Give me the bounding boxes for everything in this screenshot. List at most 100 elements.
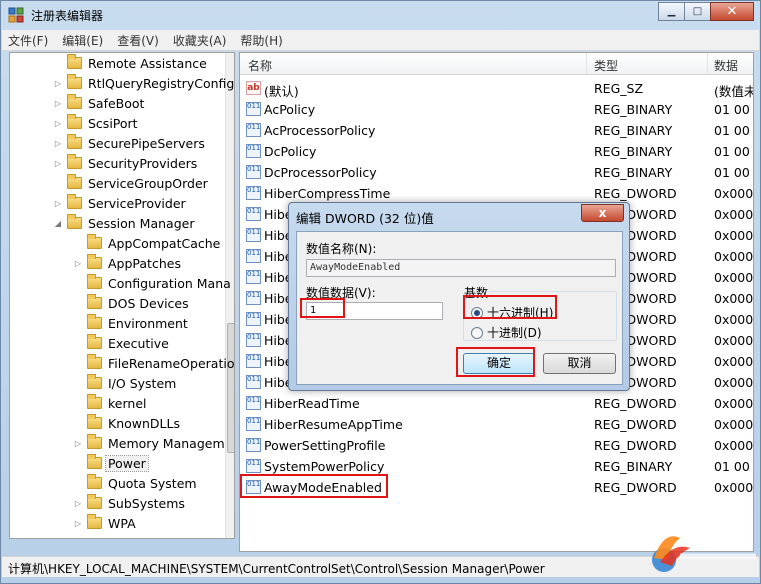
expand-arrow-icon[interactable]: ▷ xyxy=(53,199,63,208)
tree-item[interactable]: ▷ SubSystems xyxy=(73,493,185,513)
value-data: 0x0000 xyxy=(714,396,754,411)
binary-value-icon: 011 xyxy=(246,165,261,179)
folder-icon xyxy=(67,54,82,69)
value-name: AcPolicy xyxy=(264,102,316,117)
menu-help[interactable]: 帮助(H) xyxy=(240,32,282,49)
radio-decimal-indicator[interactable] xyxy=(471,326,483,339)
value-data: 0x0000 xyxy=(714,291,754,306)
binary-value-icon: 011 xyxy=(246,228,261,242)
value-row[interactable]: 011DcPolicy REG_BINARY 01 00 ( xyxy=(240,141,753,162)
tree-item[interactable]: kernel xyxy=(73,393,147,413)
value-row[interactable]: 011AcPolicy REG_BINARY 01 00 ( xyxy=(240,99,753,120)
expand-arrow-icon[interactable]: ▷ xyxy=(53,139,63,148)
radio-decimal[interactable]: 十进制(D) xyxy=(471,324,542,341)
column-separator[interactable] xyxy=(707,53,708,75)
tree-item[interactable]: Remote Assistance xyxy=(53,53,207,73)
value-name: HiberResumeAppTime xyxy=(264,417,403,432)
column-separator[interactable] xyxy=(586,53,587,75)
value-row[interactable]: 011DcProcessorPolicy REG_BINARY 01 00 ( xyxy=(240,162,753,183)
tree-item[interactable]: Environment xyxy=(73,313,188,333)
binary-value-icon: 011 xyxy=(246,291,261,305)
tree-item[interactable]: AppCompatCache xyxy=(73,233,220,253)
minimize-button[interactable]: ▁ xyxy=(658,2,685,21)
expand-arrow-icon[interactable]: ▷ xyxy=(53,79,63,88)
close-button[interactable]: ✕ xyxy=(710,2,754,21)
tree-item[interactable]: ▷ SecurePipeServers xyxy=(53,133,205,153)
tree-item[interactable]: ▷ AppPatches xyxy=(73,253,181,273)
folder-icon xyxy=(87,354,102,369)
tree-scrollbar-thumb[interactable] xyxy=(227,323,234,453)
tree-item[interactable]: Executive xyxy=(73,333,169,353)
expand-arrow-icon[interactable]: ▷ xyxy=(73,439,83,448)
tree-item-label: Remote Assistance xyxy=(88,55,207,71)
tree-item[interactable]: Quota System xyxy=(73,473,197,493)
tree-item-label: Power xyxy=(105,454,149,472)
cancel-button[interactable]: 取消 xyxy=(543,353,616,374)
expand-arrow-icon[interactable]: ▷ xyxy=(53,99,63,108)
highlight-box-value-data xyxy=(300,298,345,318)
tree-item[interactable]: ▷ SecurityProviders xyxy=(53,153,197,173)
value-data: 0x0000 xyxy=(714,228,754,243)
tree-item[interactable]: ▷ ServiceProvider xyxy=(53,193,186,213)
binary-value-icon: 011 xyxy=(246,417,261,431)
tree-scrollbar[interactable] xyxy=(225,53,234,538)
value-row[interactable]: 011HiberCompressTime REG_DWORD 0x0000 xyxy=(240,183,753,204)
tree-item[interactable]: KnownDLLs xyxy=(73,413,180,433)
value-type: REG_BINARY xyxy=(594,165,673,180)
folder-icon xyxy=(87,294,102,309)
folder-icon xyxy=(87,394,102,409)
tree-item-label: SafeBoot xyxy=(88,95,145,111)
menu-edit[interactable]: 编辑(E) xyxy=(62,32,103,49)
value-row[interactable]: ab (默认) REG_SZ (数值未 xyxy=(240,78,753,99)
value-data: 0x0000 xyxy=(714,312,754,327)
value-row[interactable]: 011PowerSettingProfile REG_DWORD 0x0000 xyxy=(240,435,753,456)
maximize-button[interactable]: □ xyxy=(684,2,711,21)
tree-item[interactable]: ▷ RtlQueryRegistryConfig xyxy=(53,73,234,93)
value-type: REG_DWORD xyxy=(594,417,677,432)
expand-arrow-icon[interactable]: ▷ xyxy=(53,119,63,128)
column-name[interactable]: 名称 xyxy=(248,57,272,74)
tree-item[interactable]: ▷ Memory Managem xyxy=(73,433,225,453)
column-type[interactable]: 类型 xyxy=(594,57,618,74)
tree-item[interactable]: DOS Devices xyxy=(73,293,189,313)
folder-icon xyxy=(87,414,102,429)
value-data: 0x0000 xyxy=(714,270,754,285)
title-bar: 注册表编辑器 ▁ □ ✕ xyxy=(1,1,760,29)
tree-item-label: kernel xyxy=(108,395,147,411)
expand-arrow-icon[interactable]: ▷ xyxy=(73,519,83,528)
expand-arrow-icon[interactable]: ▷ xyxy=(73,259,83,268)
tree-item[interactable]: I/O System xyxy=(73,373,176,393)
value-row[interactable]: 011HiberResumeAppTime REG_DWORD 0x0000 xyxy=(240,414,753,435)
tree-item[interactable]: FileRenameOperatio xyxy=(73,353,234,373)
tree-item-label: ServiceProvider xyxy=(88,195,186,211)
menu-view[interactable]: 查看(V) xyxy=(117,32,159,49)
tree-item-label: SecurePipeServers xyxy=(88,135,205,151)
tree-item[interactable]: Configuration Mana xyxy=(73,273,231,293)
folder-icon xyxy=(87,474,102,489)
expand-arrow-icon[interactable]: ▷ xyxy=(73,499,83,508)
tree-item[interactable]: Power xyxy=(73,453,149,473)
menu-favorites[interactable]: 收藏夹(A) xyxy=(173,32,227,49)
binary-value-icon: 011 xyxy=(246,144,261,158)
value-name-field[interactable]: AwayModeEnabled xyxy=(306,259,616,277)
tree-item-label: FileRenameOperatio xyxy=(108,355,235,371)
value-name: AcProcessorPolicy xyxy=(264,123,376,138)
value-row[interactable]: 011HiberReadTime REG_DWORD 0x0000 xyxy=(240,393,754,414)
value-name: DcPolicy xyxy=(264,144,317,159)
key-tree[interactable]: Remote Assistance ▷ RtlQueryRegistryConfig… xyxy=(9,52,235,539)
tree-item-label: ServiceGroupOrder xyxy=(88,175,208,191)
tree-item[interactable]: ServiceGroupOrder xyxy=(53,173,208,193)
value-type: REG_SZ xyxy=(594,81,644,96)
tree-item[interactable]: ▷ ScsiPort xyxy=(53,113,138,133)
tree-item[interactable]: ▷ SafeBoot xyxy=(53,93,144,113)
menu-file[interactable]: 文件(F) xyxy=(8,32,48,49)
collapse-arrow-icon[interactable]: ◢ xyxy=(53,219,63,228)
tree-item[interactable]: ▷ WPA xyxy=(73,513,136,533)
tree-item[interactable]: ◢ Session Manager xyxy=(53,213,194,233)
column-data[interactable]: 数据 xyxy=(714,57,738,74)
string-value-icon: ab xyxy=(246,81,261,95)
value-type: REG_BINARY xyxy=(594,144,673,159)
dialog-close-button[interactable]: x xyxy=(581,204,624,222)
expand-arrow-icon[interactable]: ▷ xyxy=(53,159,63,168)
value-row[interactable]: 011AcProcessorPolicy REG_BINARY 01 00 ( xyxy=(240,120,753,141)
